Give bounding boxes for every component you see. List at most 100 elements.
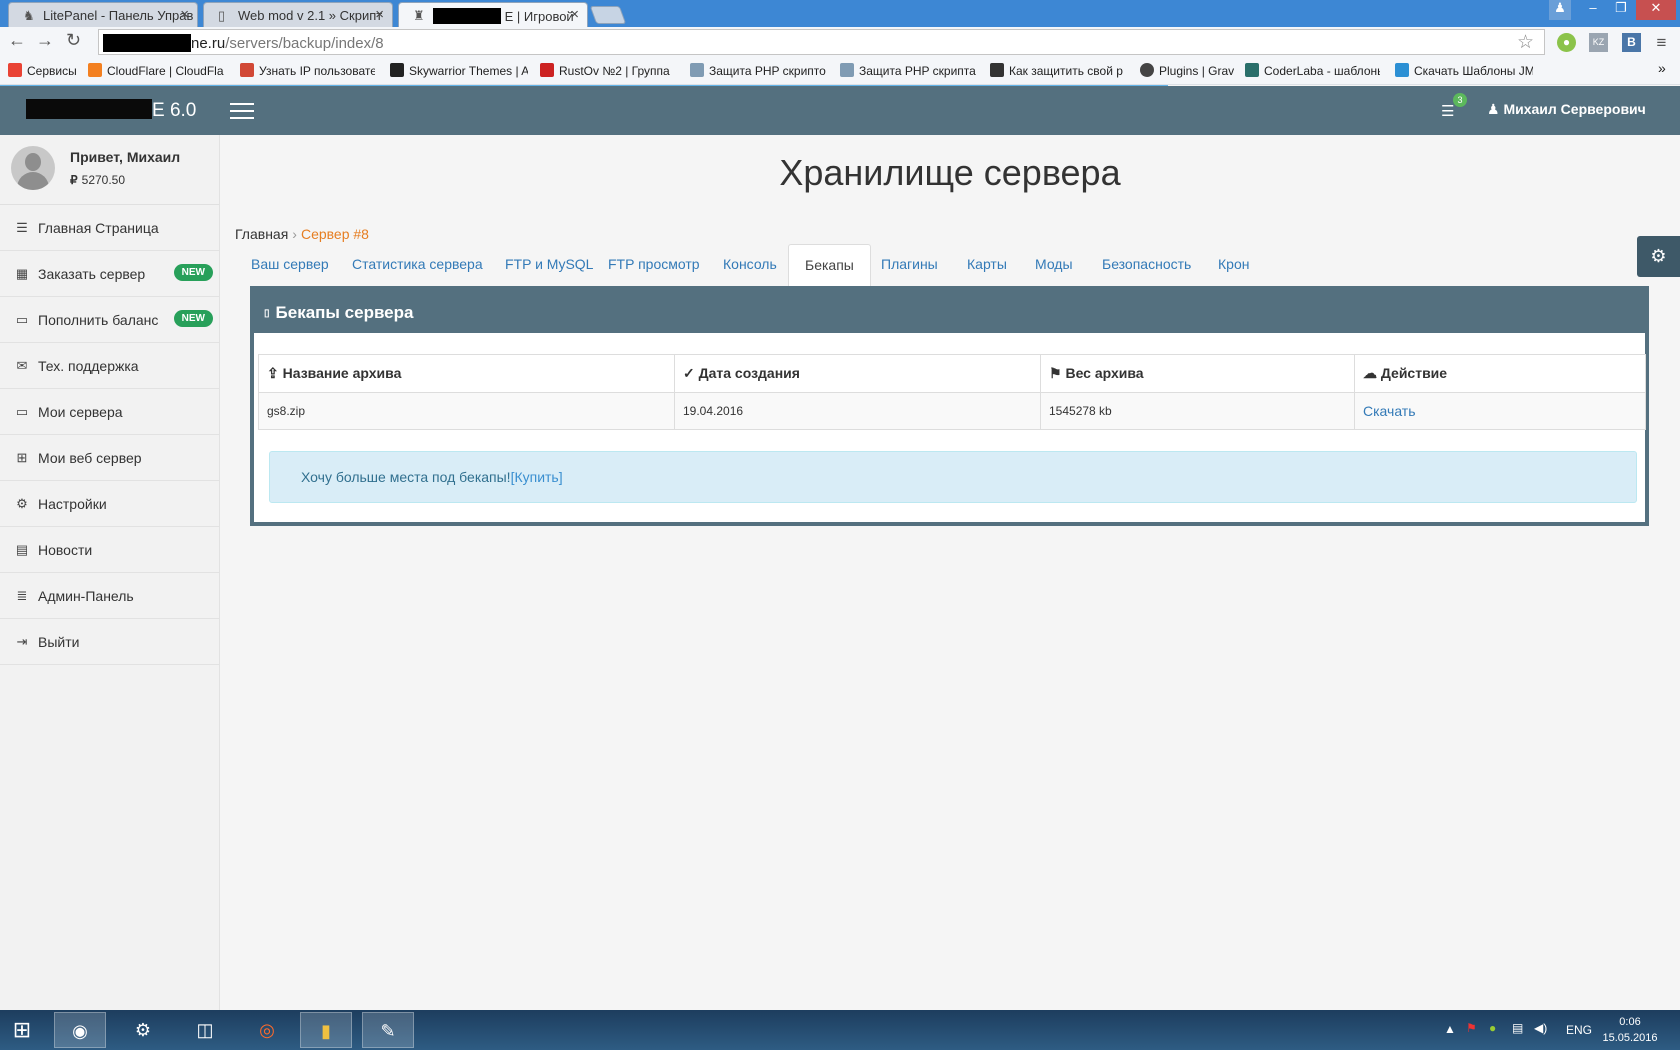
browser-tab-litepanel[interactable]: ♞ LitePanel - Панель Управ × <box>8 2 198 27</box>
sidebar-item[interactable]: ⚙ Настройки <box>0 481 219 527</box>
uplay-taskbar-icon[interactable]: ◫ <box>179 1012 231 1048</box>
archive-size-cell: 1545278 kb <box>1040 392 1355 430</box>
bookmark-item[interactable]: CloudFlare | CloudFla <box>88 63 226 78</box>
bookmark-item[interactable]: Скачать Шаблоны JM <box>1395 63 1533 78</box>
bookmark-item[interactable]: Узнать IP пользовате <box>240 63 375 78</box>
bookmark-item[interactable]: Защита PHP скрипто <box>690 63 828 78</box>
bookmark-label: Скачать Шаблоны JM <box>1414 64 1533 78</box>
tray-expand-icon[interactable]: ▲ <box>1444 1022 1456 1036</box>
address-bar[interactable]: ne.ru/servers/backup/index/8 ☆ <box>98 29 1545 55</box>
sidebar-item[interactable]: ⇥ Выйти <box>0 619 219 665</box>
extension-kz-icon[interactable]: KZ <box>1589 33 1608 52</box>
share-icon: ⇪ <box>267 365 279 381</box>
tab-item[interactable]: Крон <box>1202 244 1265 286</box>
tab-item[interactable]: FTP просмотр <box>592 244 716 286</box>
sidebar-item[interactable]: ▭ Мои сервера <box>0 389 219 435</box>
origin-taskbar-icon[interactable]: ◎ <box>241 1012 293 1048</box>
clock[interactable]: 0:06 15.05.2016 <box>1600 1014 1660 1046</box>
bookmark-item[interactable]: Plugins | Grav <box>1140 63 1240 78</box>
extension-vk-icon[interactable]: B <box>1622 33 1641 52</box>
backups-table: ⇪ Название архива ✓ Дата создания ⚑ Вес … <box>258 354 1646 430</box>
sidebar-item-label: Мои веб сервер <box>38 450 142 466</box>
table-header-row: ⇪ Название архива ✓ Дата создания ⚑ Вес … <box>258 354 1646 393</box>
flag-icon[interactable]: ⚑ <box>1466 1021 1477 1035</box>
breadcrumb-home[interactable]: Главная <box>235 226 288 242</box>
column-header-name: ⇪ Название архива <box>258 354 675 393</box>
browser-tab-webmod[interactable]: ▯ Web mod v 2.1 » Скрипт × <box>203 2 393 27</box>
litepanel-favicon-icon: ♞ <box>23 8 35 23</box>
tab-item[interactable]: Карты <box>951 244 1023 286</box>
bookmarks-bar: Сервисы CloudFlare | CloudFla Узнать IP … <box>0 57 1680 85</box>
sidebar-item[interactable]: ▦ Заказать сервер NEW <box>0 251 219 297</box>
column-label: Вес архива <box>1065 365 1144 381</box>
tab-close-icon[interactable]: × <box>180 6 189 23</box>
column-label: Название архива <box>282 365 402 381</box>
archive-name-cell: gs8.zip <box>258 392 675 430</box>
browser-tab-active[interactable]: ♜ E | Игровой × <box>398 2 588 28</box>
restore-button[interactable]: ❐ <box>1608 0 1634 20</box>
minimize-button[interactable]: – <box>1580 0 1606 20</box>
tab-item[interactable]: Консоль <box>707 244 793 286</box>
download-link[interactable]: Скачать <box>1354 392 1646 430</box>
tab-item[interactable]: Статистика сервера <box>336 244 499 286</box>
chrome-taskbar-icon[interactable]: ◉ <box>54 1012 106 1048</box>
tab-item[interactable]: Плагины <box>865 244 954 286</box>
user-menu[interactable]: ♟ Михаил Серверович <box>1487 101 1646 118</box>
tab-item[interactable]: Безопасность <box>1086 244 1207 286</box>
bookmark-item[interactable]: CoderLaba - шаблоны <box>1245 63 1380 78</box>
taskbar: ⊞ ◉ ⚙ ◫ ◎ ▮ ✎ ▲ ⚑ ● ▤ ◀) ENG 0:06 15.05.… <box>0 1010 1680 1050</box>
new-tab-button[interactable] <box>589 6 627 24</box>
column-header-date: ✓ Дата создания <box>674 354 1041 393</box>
tab-close-icon[interactable]: × <box>375 6 384 23</box>
notifications-button[interactable]: ☰ 3 <box>1441 93 1467 120</box>
alert-text: Хочу больше места под бекапы! <box>301 469 511 485</box>
bookmark-item[interactable]: Skywarrior Themes | A <box>390 63 528 78</box>
network-icon[interactable]: ▤ <box>1512 1021 1523 1035</box>
user-icon: ♟ <box>1487 101 1504 117</box>
sidebar-item[interactable]: ⊞ Мои веб сервер <box>0 435 219 481</box>
steam-taskbar-icon[interactable]: ⚙ <box>117 1012 169 1048</box>
breadcrumb-current: Сервер #8 <box>300 226 369 242</box>
book-icon <box>990 63 1004 77</box>
close-window-button[interactable]: ✕ <box>1636 0 1676 20</box>
language-indicator[interactable]: ENG <box>1566 1023 1592 1037</box>
back-arrow-icon[interactable]: ← <box>8 30 26 51</box>
bookmark-label: Skywarrior Themes | A <box>409 64 528 78</box>
sidebar-item[interactable]: ▭ Пополнить баланс NEW <box>0 297 219 343</box>
tab-item[interactable]: Бекапы <box>788 244 871 287</box>
forward-arrow-icon[interactable]: → <box>36 30 54 51</box>
tab-close-icon[interactable]: × <box>570 6 579 23</box>
sidebar-item-label: Настройки <box>38 496 107 512</box>
extension-icon[interactable]: ● <box>1557 33 1576 52</box>
buy-link[interactable]: [Купить] <box>511 469 563 485</box>
bookmark-item[interactable]: RustOv №2 | Группа <box>540 63 678 78</box>
tray-app-icon[interactable]: ● <box>1489 1021 1496 1035</box>
bookmark-item[interactable]: Как защитить свой p <box>990 63 1128 78</box>
paint-taskbar-icon[interactable]: ✎ <box>362 1012 414 1048</box>
sidebar-item[interactable]: ✉ Тех. поддержка <box>0 343 219 389</box>
browser-menu-icon[interactable]: ≡ <box>1652 33 1671 52</box>
sidebar-item[interactable]: ▤ Новости <box>0 527 219 573</box>
user-profile-panel: Привет, Михаил ₽5270.50 <box>0 135 219 205</box>
sidebar-item[interactable]: ≣ Админ-Панель <box>0 573 219 619</box>
avatar <box>11 146 55 190</box>
reload-icon[interactable]: ↻ <box>66 30 81 51</box>
windows-start-icon[interactable]: ⊞ <box>0 1012 44 1048</box>
bookmark-item[interactable]: Сервисы <box>8 63 80 78</box>
skywarrior-icon <box>390 63 404 77</box>
column-label: Дата создания <box>698 365 800 381</box>
bookmark-label: Защита PHP скрипта <box>859 64 976 78</box>
tab-item[interactable]: Ваш сервер <box>235 244 345 286</box>
bookmark-item[interactable]: Защита PHP скрипта <box>840 63 978 78</box>
brand-logo[interactable]: E 6.0 <box>26 99 196 122</box>
bookmarks-overflow-icon[interactable]: » <box>1658 60 1666 76</box>
sidebar-item[interactable]: ☰ Главная Страница <box>0 205 219 251</box>
settings-gear-icon[interactable]: ⚙ <box>1637 236 1680 277</box>
menu-toggle-icon[interactable] <box>230 103 254 119</box>
tab-item[interactable]: Моды <box>1019 244 1089 286</box>
volume-icon[interactable]: ◀) <box>1534 1021 1547 1035</box>
explorer-taskbar-icon[interactable]: ▮ <box>300 1012 352 1048</box>
panel-icon: ▯ <box>264 308 270 319</box>
user-profile-icon[interactable]: ♟ <box>1549 0 1571 20</box>
bookmark-star-icon[interactable]: ☆ <box>1517 31 1534 54</box>
